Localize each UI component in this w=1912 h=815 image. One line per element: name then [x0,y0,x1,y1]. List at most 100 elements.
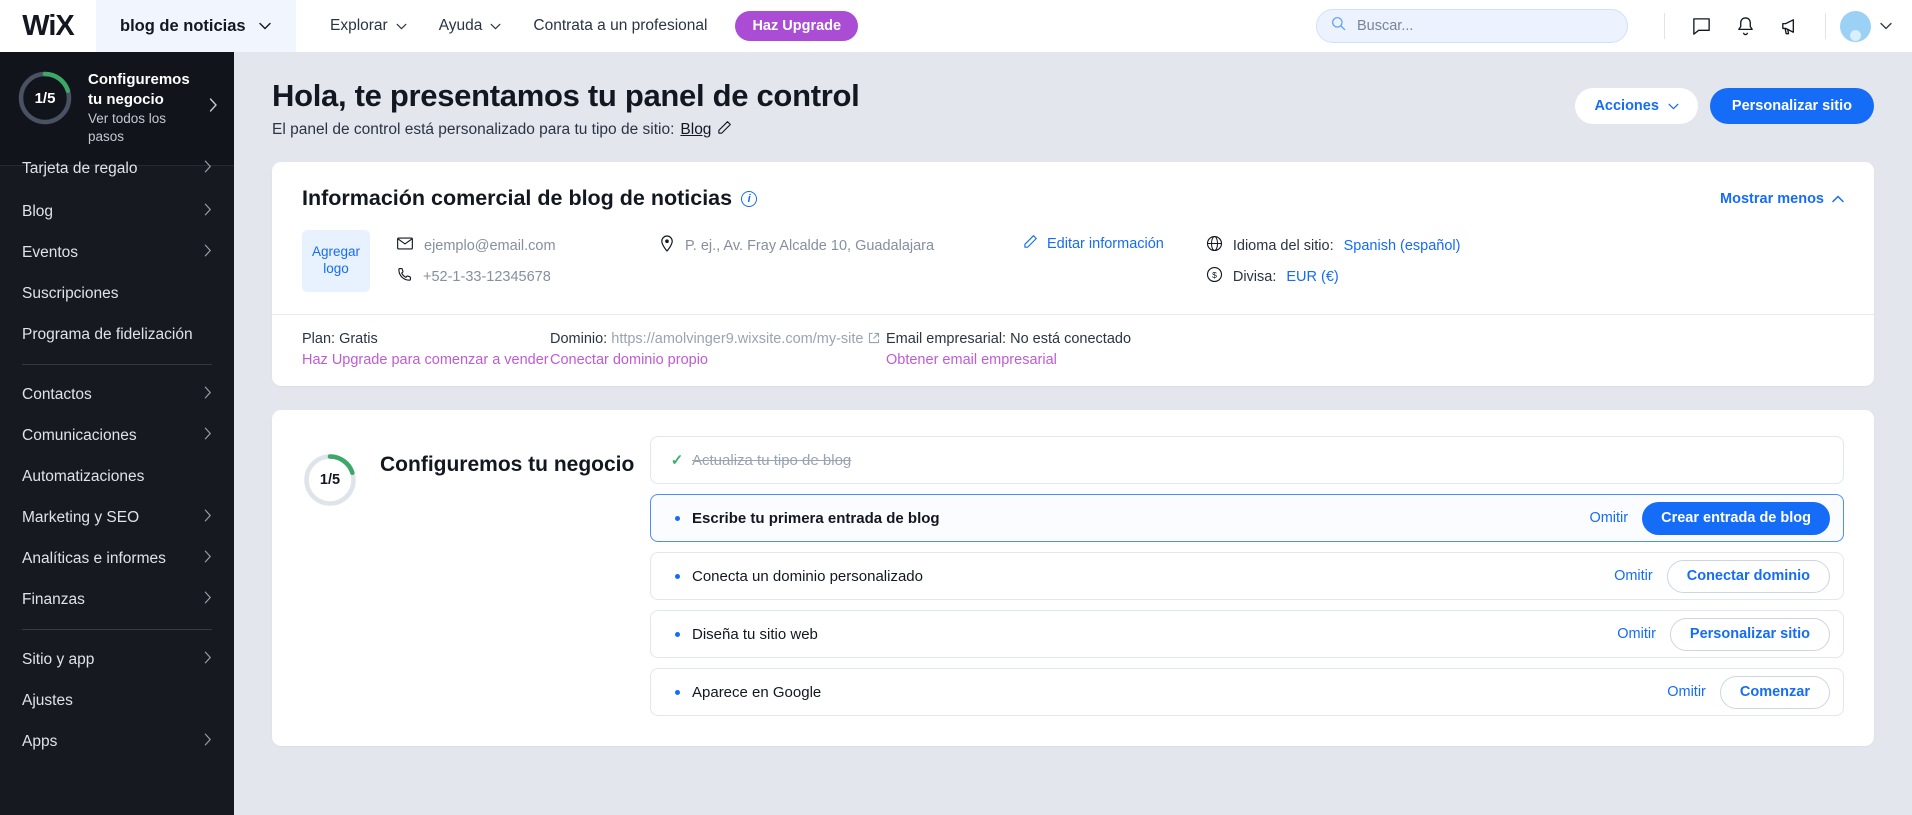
avatar[interactable] [1840,10,1871,42]
task-row[interactable]: Conecta un dominio personalizado Omitir … [650,552,1844,600]
nav-item-explorar[interactable]: Explorar [314,0,423,52]
sidebar-item-programa-de-fidelizacion[interactable]: Programa de fidelización [0,318,234,351]
edit-pencil-icon[interactable] [717,120,732,140]
business-card-header: Información comercial de blog de noticia… [272,162,1874,211]
get-business-email-link[interactable]: Obtener email empresarial [886,352,1131,368]
sidebar-item-suscripciones[interactable]: Suscripciones [0,277,234,310]
chevron-down-icon [490,17,501,35]
page-header: Hola, te presentamos tu panel de control… [234,52,1912,140]
add-logo-button[interactable]: Agregar logo [302,230,370,292]
sidebar-item-label: Analíticas e informes [22,549,166,567]
chevron-down-icon [258,17,271,35]
upgrade-button[interactable]: Haz Upgrade [735,11,859,41]
contact-column: ejemplo@email.com +52-1-33-12345678 [370,230,642,292]
nav-item-label: Explorar [330,17,388,34]
sidebar-item-label: Marketing y SEO [22,508,140,526]
sidebar-item-contactos[interactable]: Contactos [0,378,234,411]
task-row[interactable]: Escribe tu primera entrada de blog Omiti… [650,494,1844,542]
external-link-icon[interactable] [868,331,880,347]
address-row[interactable]: P. ej., Av. Fray Alcalde 10, Guadalajara [660,230,1017,261]
chevron-up-icon [1832,191,1844,207]
location-pin-icon [660,235,674,256]
sidebar-item-tarjeta-de-regalo[interactable]: Tarjeta de regalo [0,152,234,185]
chevron-right-icon [204,509,212,527]
divider [1664,13,1665,39]
check-icon: ✓ [670,452,684,469]
site-type-link[interactable]: Blog [680,121,711,139]
task-skip-link[interactable]: Omitir [1589,510,1628,526]
domain-line: Dominio: https://amolvinger9.wixsite.com… [550,331,886,347]
globe-icon [1206,235,1223,256]
task-skip-link[interactable]: Omitir [1617,626,1656,642]
top-bar: WiX blog de noticias Explorar Ayuda Cont… [0,0,1912,52]
setup-checklist-title: Configuremos tu negocio [380,453,635,476]
task-action-button[interactable]: Conectar dominio [1666,559,1830,593]
business-email-column: Email empresarial: No está conectado Obt… [886,331,1131,368]
sidebar-item-label: Sitio y app [22,650,95,668]
task-row[interactable]: Aparece en Google Omitir Comenzar [650,668,1844,716]
task-row[interactable]: Diseña tu sitio web Omitir Personalizar … [650,610,1844,658]
bell-icon[interactable] [1723,4,1767,48]
chevron-down-icon [1668,98,1679,114]
task-list: ✓ Actualiza tu tipo de blog Escribe tu p… [650,436,1844,716]
sidebar-item-label: Eventos [22,243,79,261]
currency-row: $ Divisa: EUR (€) [1206,261,1461,292]
sidebar-item-label: Tarjeta de regalo [22,159,138,177]
sidebar: 1/5 Configuremos tu negocio Ver todos lo… [0,52,234,815]
plan-column: Plan: Gratis Haz Upgrade para comenzar a… [302,331,550,368]
chevron-down-icon [396,17,407,35]
sidebar-item-apps[interactable]: Apps [0,725,234,758]
currency-value[interactable]: EUR (€) [1286,269,1338,285]
email-row[interactable]: ejemplo@email.com [397,230,642,261]
edit-info-link[interactable]: Editar información [1023,234,1164,253]
sidebar-item-finanzas[interactable]: Finanzas [0,583,234,616]
chevron-right-icon [204,386,212,404]
chevron-right-icon [204,160,212,178]
site-selector-label: blog de noticias [120,16,246,35]
sidebar-item-automatizaciones[interactable]: Automatizaciones [0,460,234,493]
task-label: Diseña tu sitio web [692,625,818,643]
task-action-button[interactable]: Crear entrada de blog [1642,501,1830,535]
chevron-right-icon [207,98,218,117]
plan-upgrade-link[interactable]: Haz Upgrade para comenzar a vender [302,352,550,368]
task-row[interactable]: ✓ Actualiza tu tipo de blog [650,436,1844,484]
task-skip-link[interactable]: Omitir [1614,568,1653,584]
nav-item-label: Ayuda [438,17,483,34]
task-action-button[interactable]: Comenzar [1719,675,1830,709]
acciones-button[interactable]: Acciones [1575,88,1698,124]
meta-column: Idioma del sitio: Spanish (español) $ Di… [1164,230,1461,292]
sidebar-item-blog[interactable]: Blog [0,195,234,228]
chat-icon[interactable] [1679,4,1723,48]
task-skip-link[interactable]: Omitir [1667,684,1706,700]
wix-logo[interactable]: WiX [0,0,96,52]
page-subtitle: El panel de control está personalizado p… [272,120,1575,140]
sidebar-setup-banner[interactable]: 1/5 Configuremos tu negocio Ver todos lo… [0,52,234,167]
sidebar-item-sitio-y-app[interactable]: Sitio y app [0,643,234,676]
sidebar-item-eventos[interactable]: Eventos [0,236,234,269]
task-action-button[interactable]: Personalizar sitio [1669,617,1830,651]
site-selector[interactable]: blog de noticias [96,0,296,52]
show-less-label: Mostrar menos [1720,190,1824,207]
info-icon[interactable]: i [741,190,758,207]
language-value[interactable]: Spanish (español) [1344,238,1461,254]
chevron-down-icon [1880,17,1892,35]
nav-item-ayuda[interactable]: Ayuda [423,0,518,52]
address-value: P. ej., Av. Fray Alcalde 10, Guadalajara [685,237,935,254]
personalizar-sitio-button[interactable]: Personalizar sitio [1709,88,1874,124]
setup-progress-label: 1/5 [319,472,341,488]
search-input[interactable] [1355,17,1613,35]
currency-label: Divisa: [1232,268,1277,285]
account-menu[interactable] [1840,10,1892,42]
search-box[interactable] [1316,9,1628,43]
sidebar-item-analiticas-e-informes[interactable]: Analíticas e informes [0,542,234,575]
sidebar-item-comunicaciones[interactable]: Comunicaciones [0,419,234,452]
show-less-toggle[interactable]: Mostrar menos [1720,191,1844,207]
nav-item-contrata-profesional[interactable]: Contrata a un profesional [517,0,723,52]
phone-row[interactable]: +52-1-33-12345678 [397,261,642,292]
sidebar-item-marketing-y-seo[interactable]: Marketing y SEO [0,501,234,534]
setup-progress-ring: 1/5 [302,452,358,508]
megaphone-icon[interactable] [1767,4,1811,48]
sidebar-item-ajustes[interactable]: Ajustes [0,684,234,717]
chevron-right-icon [204,427,212,445]
connect-domain-link[interactable]: Conectar dominio propio [550,352,886,368]
